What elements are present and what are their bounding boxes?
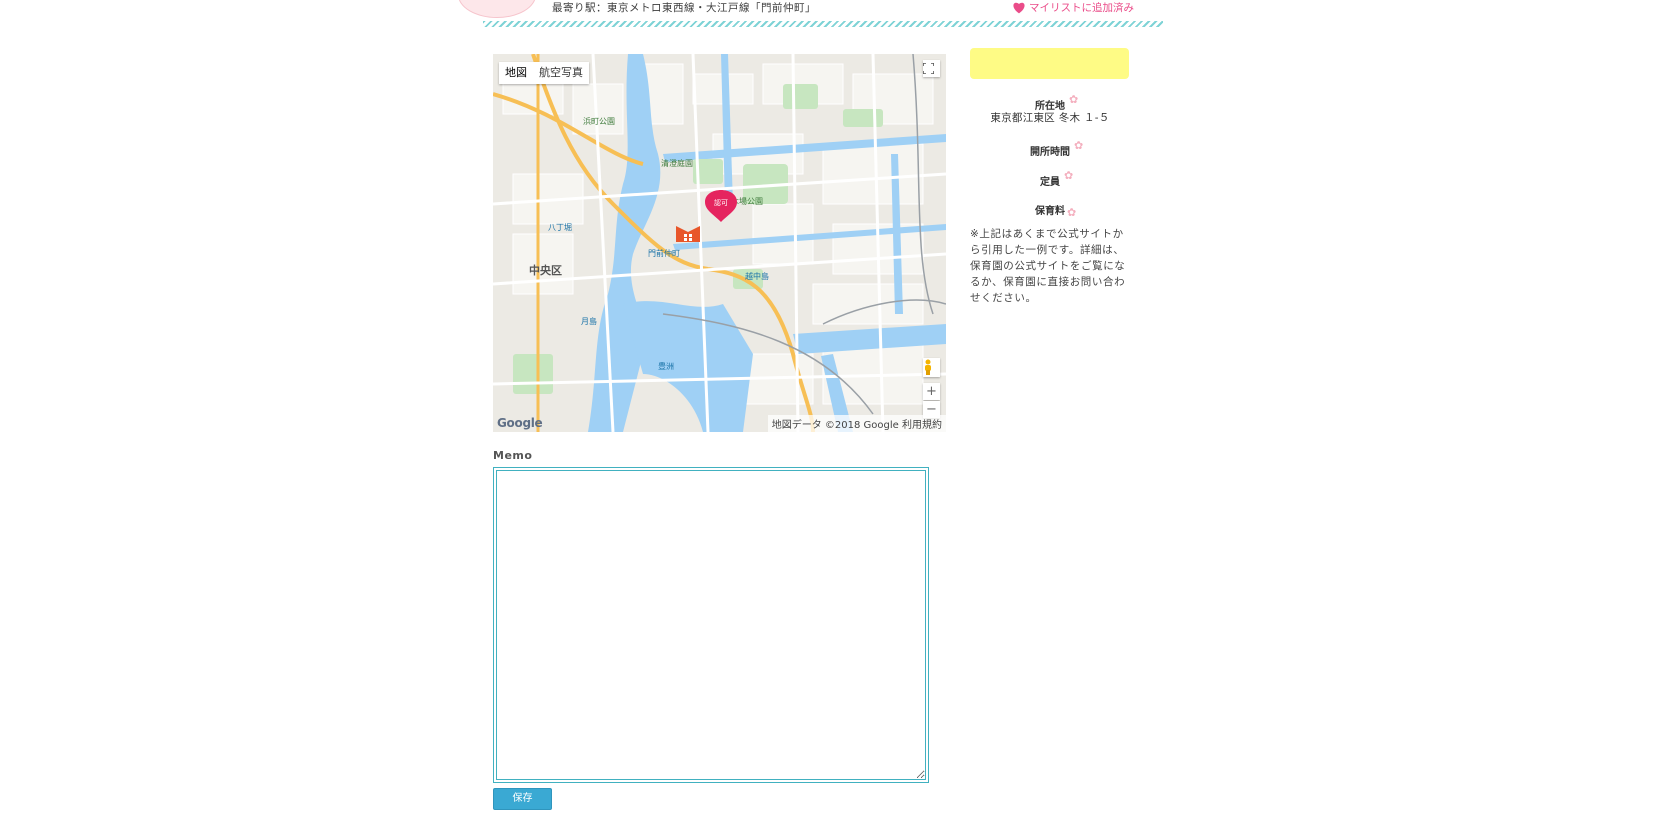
memo-container	[493, 467, 929, 783]
ad-banner[interactable]	[970, 48, 1129, 79]
disclaimer-note: ※上記はあくまで公式サイトから引用した一例です。詳細は、保育園の公式サイトをご覧…	[970, 228, 1126, 304]
map-type-satellite[interactable]: 航空写真	[533, 62, 589, 84]
address-text: 東京都江東区 冬木 １-５	[990, 112, 1110, 124]
sakura-icon: ✿	[1069, 93, 1079, 106]
map-label-tsukishima: 月島	[581, 316, 597, 326]
map-label-monzen: 門前仲町	[648, 248, 680, 258]
map-label-hamacho: 浜町公園	[583, 116, 615, 126]
header-divider	[483, 21, 1163, 27]
hours-heading: 開所時間 ✿	[970, 139, 1130, 158]
street-view-pegman[interactable]	[923, 358, 940, 377]
heart-icon	[1013, 2, 1025, 14]
map-type-control: 地図 航空写真	[499, 62, 589, 84]
map-label-hatchobori: 八丁堀	[548, 223, 572, 232]
nearest-station: 最寄り駅：東京メトロ東西線・大江戸線「門前仲町」	[552, 2, 816, 14]
google-logo[interactable]: Google	[497, 416, 543, 430]
svg-text:認可: 認可	[714, 198, 728, 207]
google-map[interactable]: 中央区 門前仲町 木場公園 月島 浜町公園 清澄庭園 豊洲 越中島 八丁堀 認可…	[493, 54, 946, 432]
save-button[interactable]: 保存	[493, 788, 552, 810]
zoom-in-button[interactable]: +	[923, 383, 940, 400]
map-label-kiyosumi: 清澄庭園	[661, 158, 693, 168]
map-type-map[interactable]: 地図	[499, 62, 533, 84]
memo-textarea[interactable]	[496, 470, 926, 780]
capacity-heading: 定員 ✿	[970, 169, 1130, 188]
fullscreen-icon	[923, 63, 934, 74]
fee-title: 保育料	[1035, 206, 1065, 217]
map-label-etchujima: 越中島	[745, 271, 769, 281]
capacity-title: 定員	[1040, 177, 1060, 188]
mylist-added-button[interactable]: マイリストに追加済み	[1012, 0, 1134, 15]
map-label-chuo: 中央区	[529, 263, 562, 277]
hours-title: 開所時間	[1030, 147, 1070, 158]
pegman-icon	[925, 359, 931, 375]
mylist-label: マイリストに追加済み	[1029, 2, 1134, 14]
sakura-icon: ✿	[1067, 206, 1077, 219]
fee-heading: 保育料 ✿	[970, 202, 1130, 219]
map-canvas[interactable]: 中央区 門前仲町 木場公園 月島 浜町公園 清澄庭園 豊洲 越中島 八丁堀 認可	[493, 54, 946, 432]
map-attribution[interactable]: 地図データ ©2018 Google 利用規約	[767, 415, 946, 432]
map-label-toyosu: 豊洲	[658, 361, 674, 371]
sakura-icon: ✿	[1074, 139, 1084, 152]
fullscreen-button[interactable]	[923, 60, 940, 77]
sakura-icon: ✿	[1064, 169, 1074, 182]
memo-label: Memo	[493, 449, 533, 462]
nursery-avatar	[458, 0, 536, 18]
